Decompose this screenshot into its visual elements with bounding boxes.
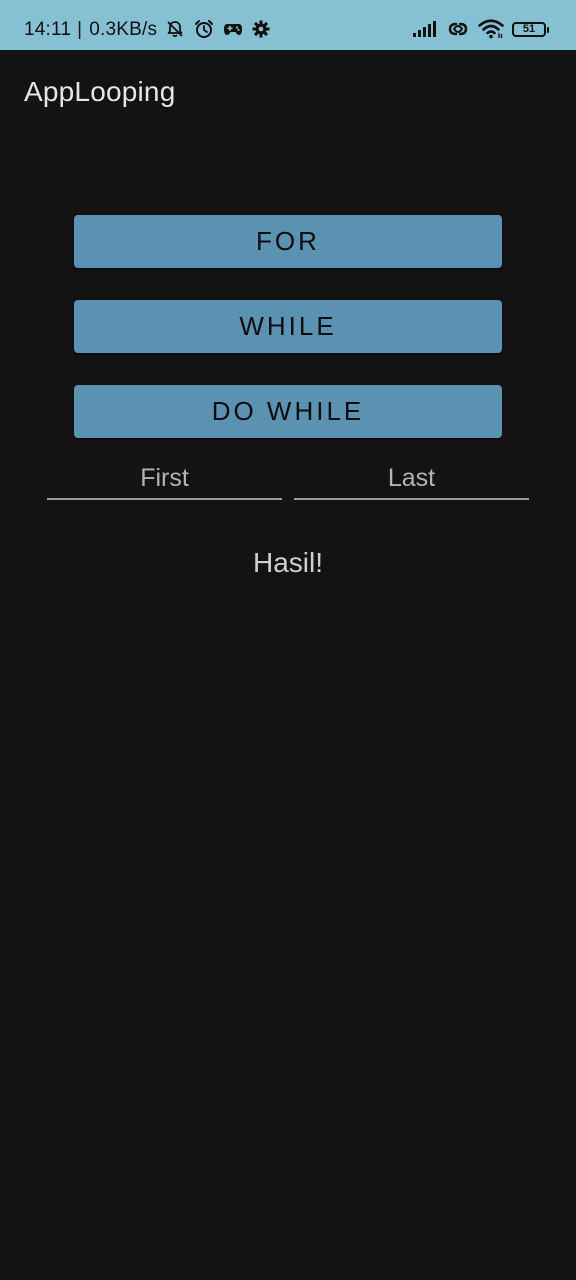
bell-off-icon bbox=[165, 19, 185, 39]
wifi-icon bbox=[478, 19, 504, 39]
app-title: AppLooping bbox=[24, 76, 176, 107]
app-screen: 14:11 | 0.3KB/s 51 AppLooping FOR WHILE … bbox=[0, 0, 576, 1280]
battery-icon: 51 bbox=[512, 21, 549, 37]
hotspot-link-icon bbox=[446, 19, 470, 39]
do-while-button[interactable]: DO WHILE bbox=[74, 385, 502, 438]
signal-icon bbox=[412, 20, 438, 38]
for-button[interactable]: FOR bbox=[74, 215, 502, 268]
first-input[interactable] bbox=[47, 458, 282, 500]
status-time: 14:11 bbox=[24, 18, 72, 40]
status-bar-left: 14:11 | 0.3KB/s bbox=[24, 0, 271, 58]
status-separator: | bbox=[77, 18, 83, 40]
settings-gear-icon bbox=[251, 19, 271, 39]
game-controller-icon bbox=[223, 20, 243, 38]
while-button[interactable]: WHILE bbox=[74, 300, 502, 353]
status-bar-right: 51 bbox=[412, 0, 549, 58]
last-input[interactable] bbox=[294, 458, 529, 500]
status-bar: 14:11 | 0.3KB/s 51 bbox=[0, 0, 576, 50]
battery-level: 51 bbox=[522, 23, 536, 35]
alarm-icon bbox=[193, 18, 215, 40]
result-text: Hasil! bbox=[252, 547, 323, 578]
network-speed: 0.3KB/s bbox=[89, 18, 158, 40]
